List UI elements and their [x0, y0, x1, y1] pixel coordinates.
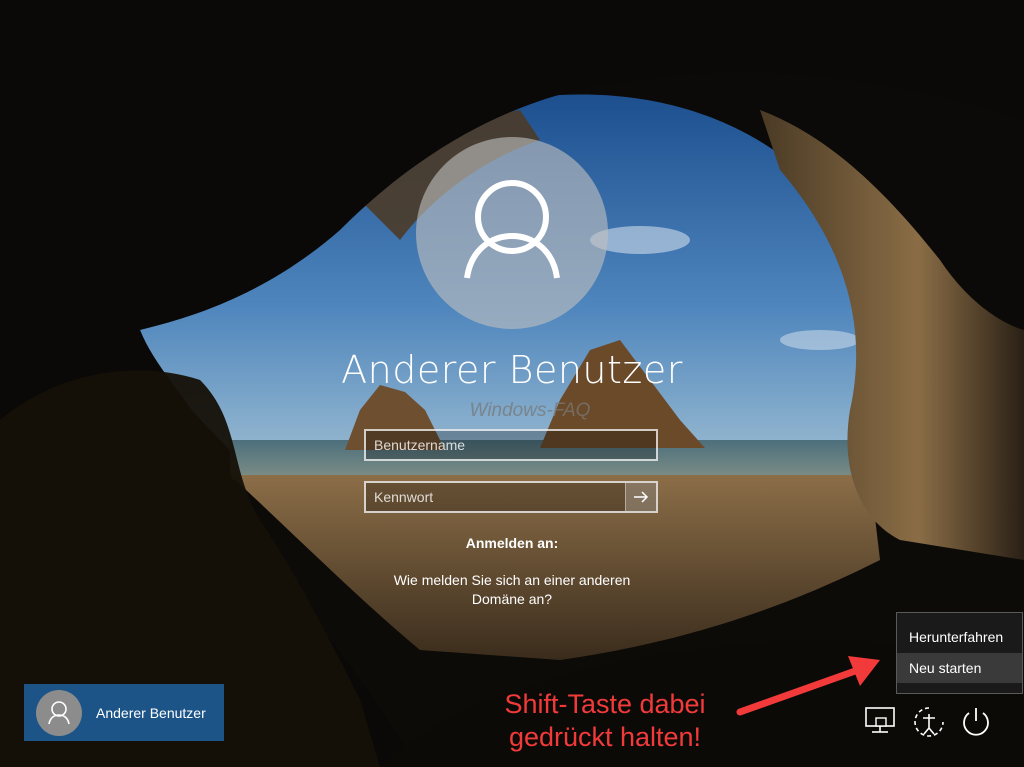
sign-in-to-label: Anmelden an:: [465, 535, 559, 551]
user-tile-label: Anderer Benutzer: [96, 704, 206, 721]
password-field[interactable]: [364, 481, 658, 513]
menu-item-shutdown[interactable]: Herunterfahren: [897, 622, 1022, 652]
user-switch-tile[interactable]: Anderer Benutzer: [24, 684, 224, 741]
power-menu: Herunterfahren Neu starten: [896, 612, 1023, 694]
submit-button[interactable]: [625, 483, 656, 511]
username-field[interactable]: [364, 429, 658, 461]
password-input[interactable]: [366, 483, 626, 511]
power-icon[interactable]: [958, 704, 994, 740]
annotation-text: Shift-Taste dabei gedrückt halten!: [504, 689, 706, 752]
watermark: Windows-FAQ: [469, 400, 591, 421]
user-avatar: [416, 137, 608, 329]
arrow-right-icon: [634, 491, 649, 503]
network-icon[interactable]: [862, 704, 898, 740]
menu-item-restart[interactable]: Neu starten: [897, 653, 1022, 683]
tile-avatar: [36, 689, 82, 736]
ease-of-access-icon[interactable]: [911, 704, 947, 740]
user-icon: [48, 700, 70, 724]
user-name-title: Anderer Benutzer: [341, 348, 683, 392]
username-input[interactable]: [366, 431, 656, 459]
user-icon: [464, 180, 560, 279]
domain-help-link[interactable]: Wie melden Sie sich an einer anderen Dom…: [380, 571, 644, 609]
